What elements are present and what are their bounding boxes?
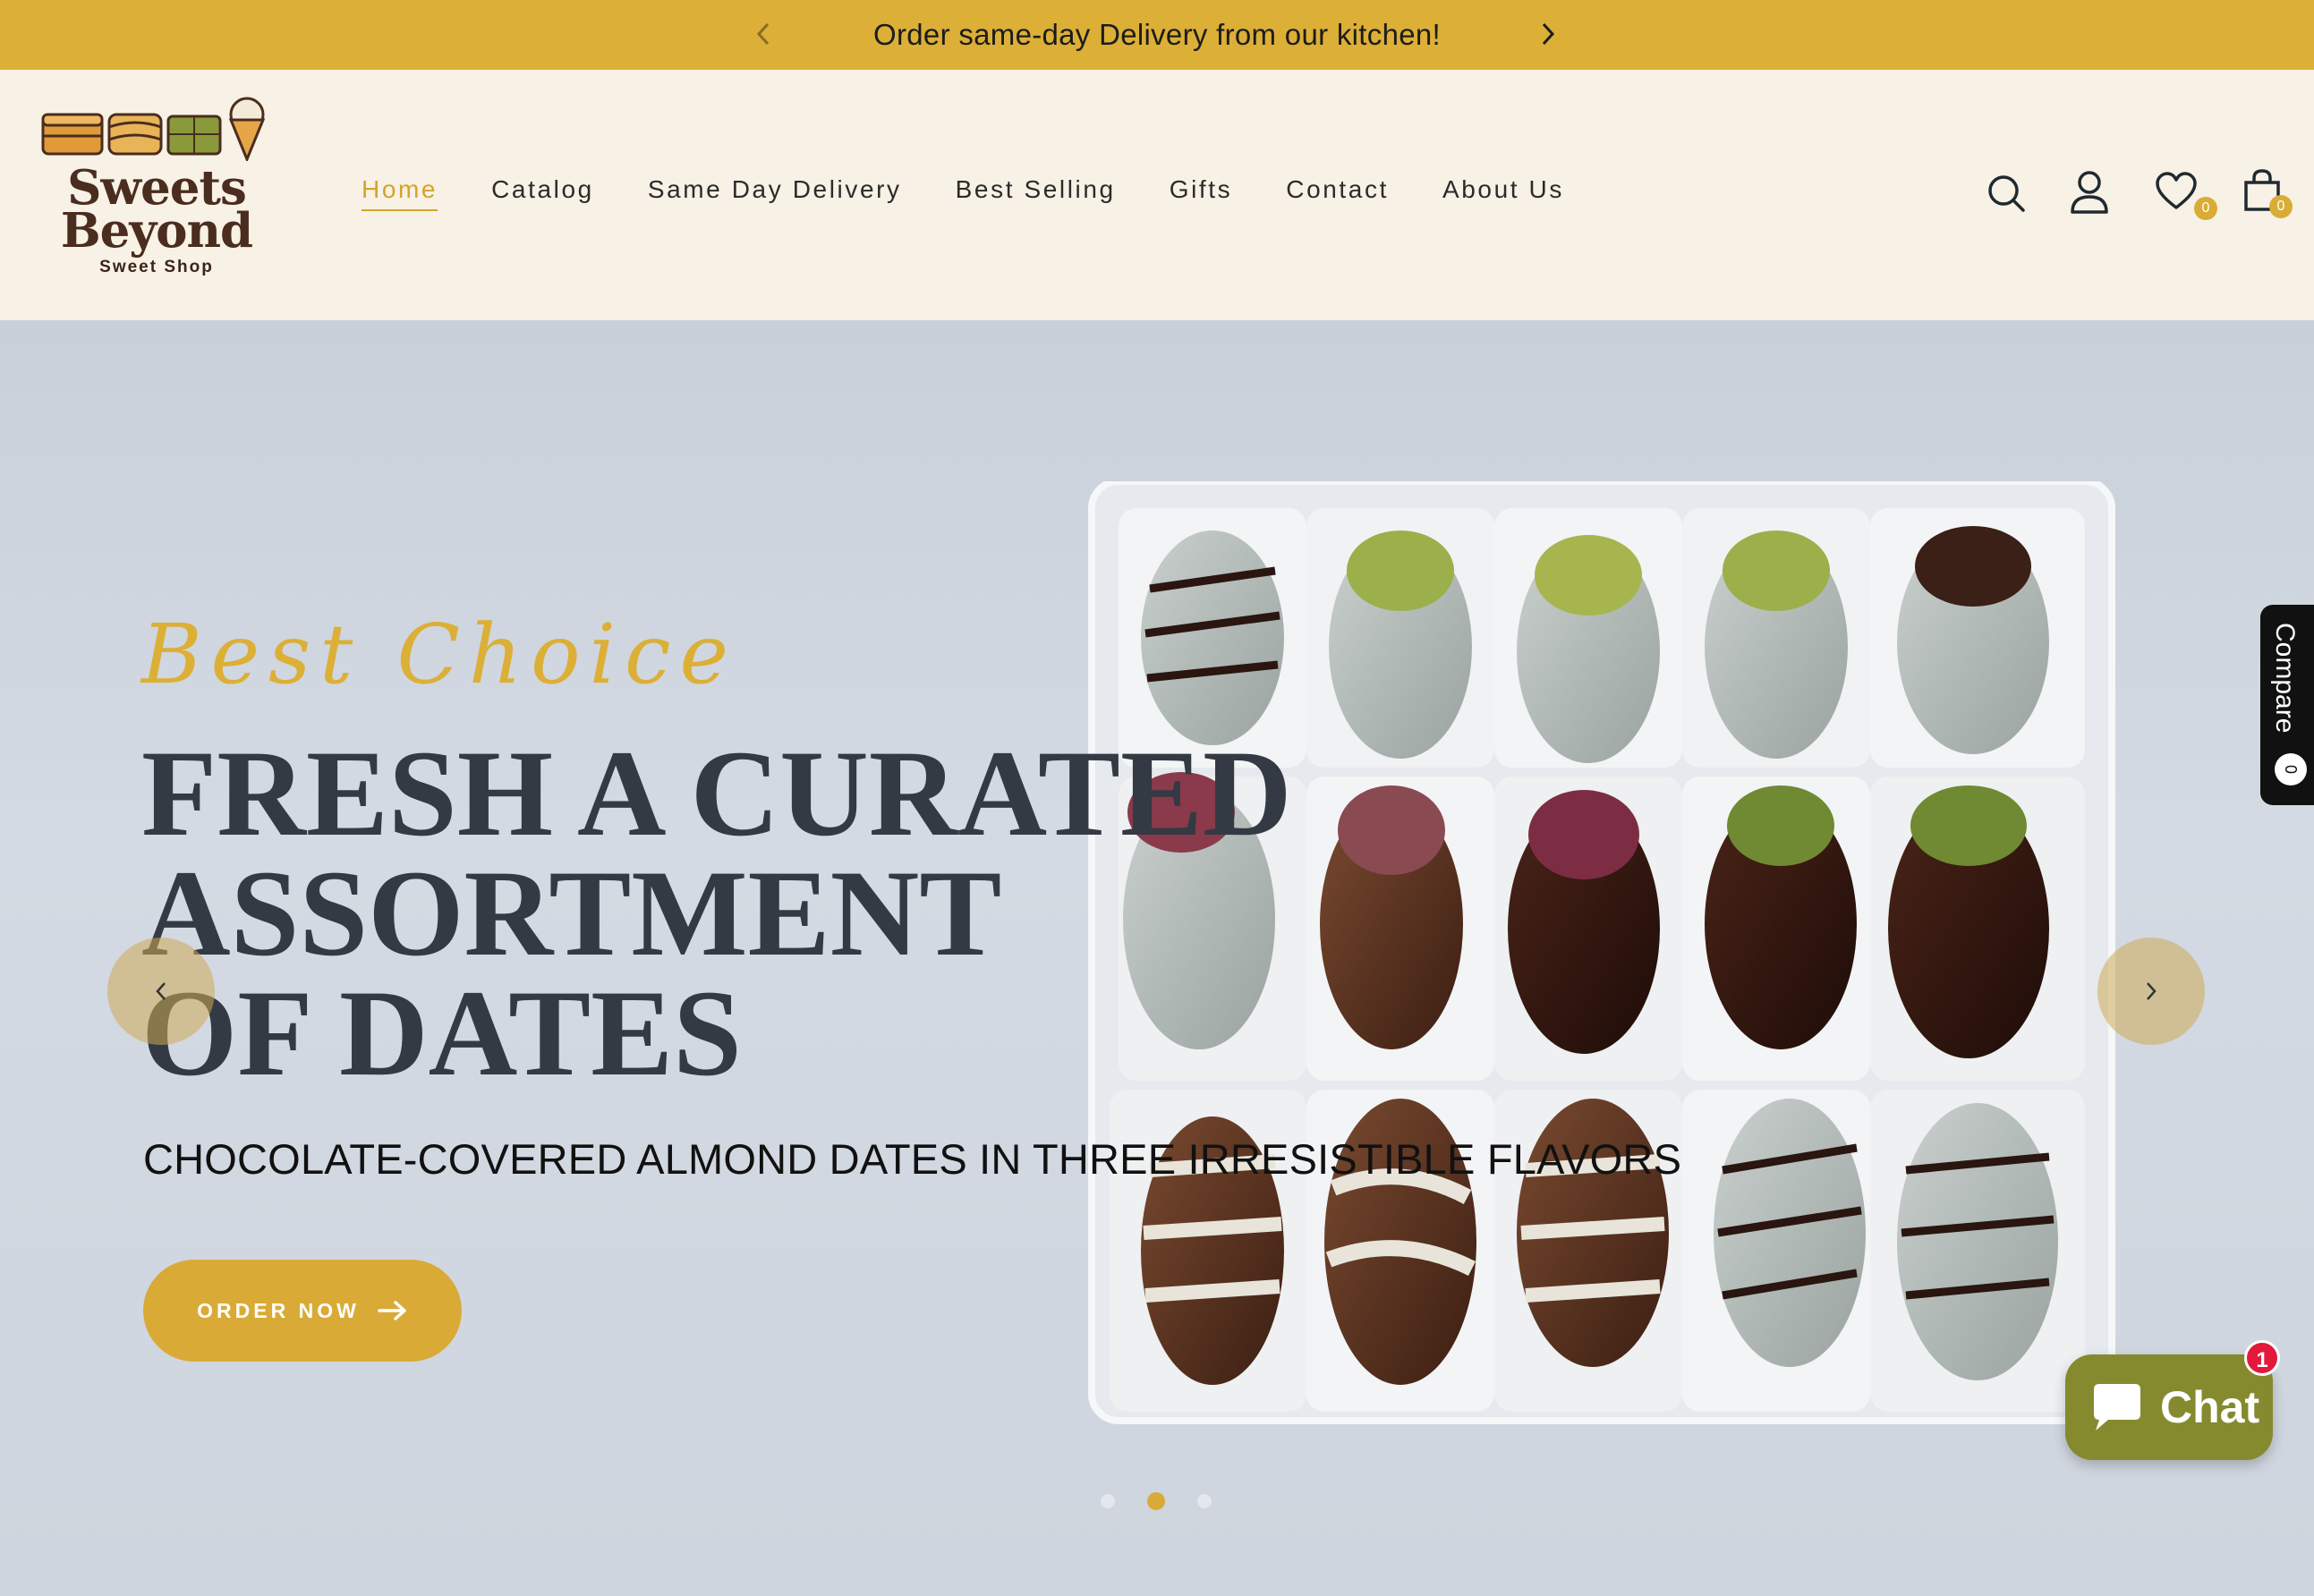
chevron-right-icon: [2147, 982, 2157, 1000]
compare-label: Compare: [2270, 623, 2300, 734]
account-button[interactable]: [2069, 170, 2114, 215]
chevron-left-icon: [156, 982, 166, 1000]
user-icon: [2071, 171, 2108, 214]
hero-script-heading: Best Choice: [141, 607, 737, 702]
compare-tab[interactable]: Compare 0: [2260, 605, 2314, 805]
hero-subtitle: CHOCOLATE-COVERED ALMOND DATES IN THREE …: [143, 1135, 1682, 1183]
hero-title-line2: ASSORTMENT: [141, 845, 1002, 981]
announcement-prev-button[interactable]: [745, 16, 781, 52]
slide-pagination: [1101, 1492, 1244, 1510]
compare-count-badge: 0: [2275, 753, 2307, 785]
slide-dot-1[interactable]: [1101, 1494, 1115, 1508]
cart-count-badge: 0: [2269, 195, 2293, 218]
order-now-label: ORDER NOW: [197, 1298, 360, 1322]
announcement-bar: Order same-day Delivery from our kitchen…: [0, 0, 2314, 70]
chat-label: Chat: [2160, 1382, 2260, 1432]
nav-item-gifts[interactable]: Gifts: [1170, 175, 1233, 211]
wishlist-count-badge: 0: [2194, 197, 2217, 220]
slide-prev-button[interactable]: [107, 938, 215, 1045]
search-button[interactable]: [1986, 174, 2031, 218]
logo-title-line2: Beyond: [60, 203, 253, 259]
logo-pastries-icon: [41, 97, 266, 163]
order-now-button[interactable]: ORDER NOW: [143, 1260, 462, 1362]
cart-button[interactable]: 0: [2242, 168, 2293, 218]
nav-item-best-selling[interactable]: Best Selling: [956, 175, 1116, 211]
chat-button[interactable]: Chat: [2065, 1354, 2273, 1460]
hero-title-line1: FRESH A CURATED: [141, 725, 1292, 862]
hero-title: FRESH A CURATED ASSORTMENT OF DATES: [141, 725, 1484, 1101]
heart-icon: [2156, 172, 2197, 209]
slide-dot-2[interactable]: [1147, 1492, 1165, 1510]
nav-item-home[interactable]: Home: [362, 175, 438, 211]
logo[interactable]: Sweets Beyond Sweet Shop: [39, 97, 274, 307]
logo-title: Sweets Beyond: [39, 165, 274, 259]
search-icon: [1988, 175, 2025, 212]
nav-item-same-day-delivery[interactable]: Same Day Delivery: [648, 175, 902, 211]
chevron-left-icon: [756, 22, 770, 46]
hero-title-line3: OF DATES: [141, 964, 742, 1101]
chat-bubble-icon: [2094, 1384, 2140, 1430]
nav-item-contact[interactable]: Contact: [1286, 175, 1389, 211]
hero-slideshow: Best Choice FRESH A CURATED ASSORTMENT O…: [0, 320, 2314, 1596]
arrow-right-icon: [378, 1301, 406, 1320]
nav-item-catalog[interactable]: Catalog: [491, 175, 594, 211]
slide-next-button[interactable]: [2097, 938, 2205, 1045]
wishlist-button[interactable]: 0: [2155, 172, 2217, 220]
nav-item-about-us[interactable]: About Us: [1442, 175, 1564, 211]
site-header: Sweets Beyond Sweet Shop Home Catalog Sa…: [0, 70, 2314, 320]
logo-subtitle: Sweet Shop: [99, 258, 214, 276]
chevron-right-icon: [1542, 22, 1555, 46]
announcement-next-button[interactable]: [1530, 16, 1566, 52]
announcement-text: Order same-day Delivery from our kitchen…: [873, 18, 1441, 51]
slide-dot-3[interactable]: [1197, 1494, 1212, 1508]
main-nav: Home Catalog Same Day Delivery Best Sell…: [362, 175, 1618, 211]
chat-notification-badge: 1: [2244, 1340, 2280, 1376]
